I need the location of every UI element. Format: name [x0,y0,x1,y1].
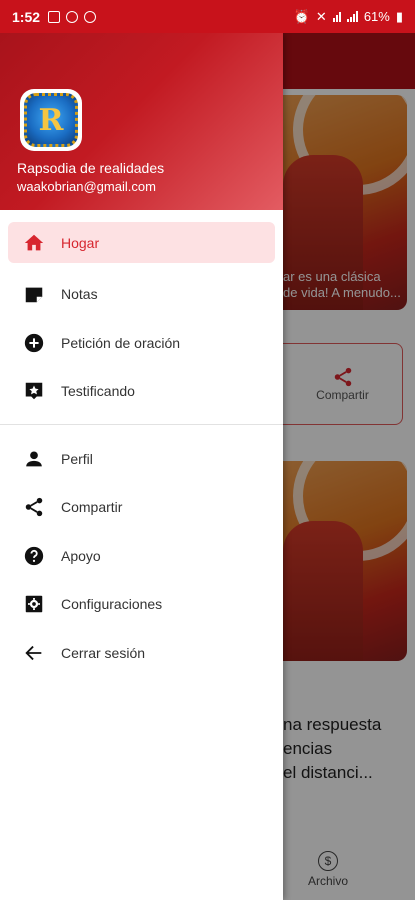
menu-item-profile[interactable]: Perfil [0,435,283,484]
help-icon [23,545,45,567]
menu-item-logout[interactable]: Cerrar sesión [0,629,283,678]
menu-item-prayer-request[interactable]: Petición de oración [0,319,283,368]
alarm-icon: ⏰ [293,8,310,24]
menu-item-settings[interactable]: Configuraciones [0,580,283,629]
messenger-icon [84,10,97,23]
menu-item-label: Cerrar sesión [61,644,146,661]
menu-item-home[interactable]: Hogar [8,222,275,263]
home-icon [23,232,45,254]
menu-item-testifying[interactable]: Testificando [0,367,283,416]
status-time: 1:52 [12,8,41,25]
drawer-menu: Hogar Notas Petición de oración Testific… [0,210,283,677]
gallery-icon [48,10,61,23]
arrow-back-icon [23,642,45,664]
opera-icon [66,10,79,23]
person-icon [23,448,45,470]
add-circle-icon [23,332,45,354]
battery-icon: ▮ [395,8,403,24]
menu-item-support[interactable]: Apoyo [0,532,283,581]
testimony-icon [23,380,45,402]
menu-item-notes[interactable]: Notas [0,270,283,319]
menu-item-label: Testificando [61,383,135,400]
menu-item-label: Notas [61,286,98,303]
menu-item-label: Apoyo [61,547,101,564]
menu-item-label: Hogar [61,234,100,251]
status-bar: 1:52 ⏰ ✕ 61% ▮ [0,0,415,33]
user-email: waakobrian@gmail.com [17,179,156,194]
user-name: Rapsodia de realidades [17,160,165,176]
mute-icon: ✕ [315,8,327,24]
menu-item-label: Compartir [61,499,123,516]
battery-percent: 61% [363,9,390,24]
drawer-scrim[interactable] [283,33,415,900]
menu-divider [0,423,283,425]
note-icon [23,283,45,305]
menu-item-label: Configuraciones [61,596,163,613]
drawer-header: R Rapsodia de realidades waakobrian@gmai… [0,33,283,210]
menu-item-share[interactable]: Compartir [0,483,283,532]
avatar[interactable]: R [20,89,82,151]
app-logo-icon: R [24,93,78,147]
share-icon [23,496,45,518]
settings-icon [23,593,45,615]
cell-signal-icon [346,11,358,22]
navigation-drawer: R Rapsodia de realidades waakobrian@gmai… [0,33,283,900]
menu-item-label: Petición de oración [61,334,181,351]
wifi-signal-icon [332,11,341,22]
menu-item-label: Perfil [61,450,93,467]
